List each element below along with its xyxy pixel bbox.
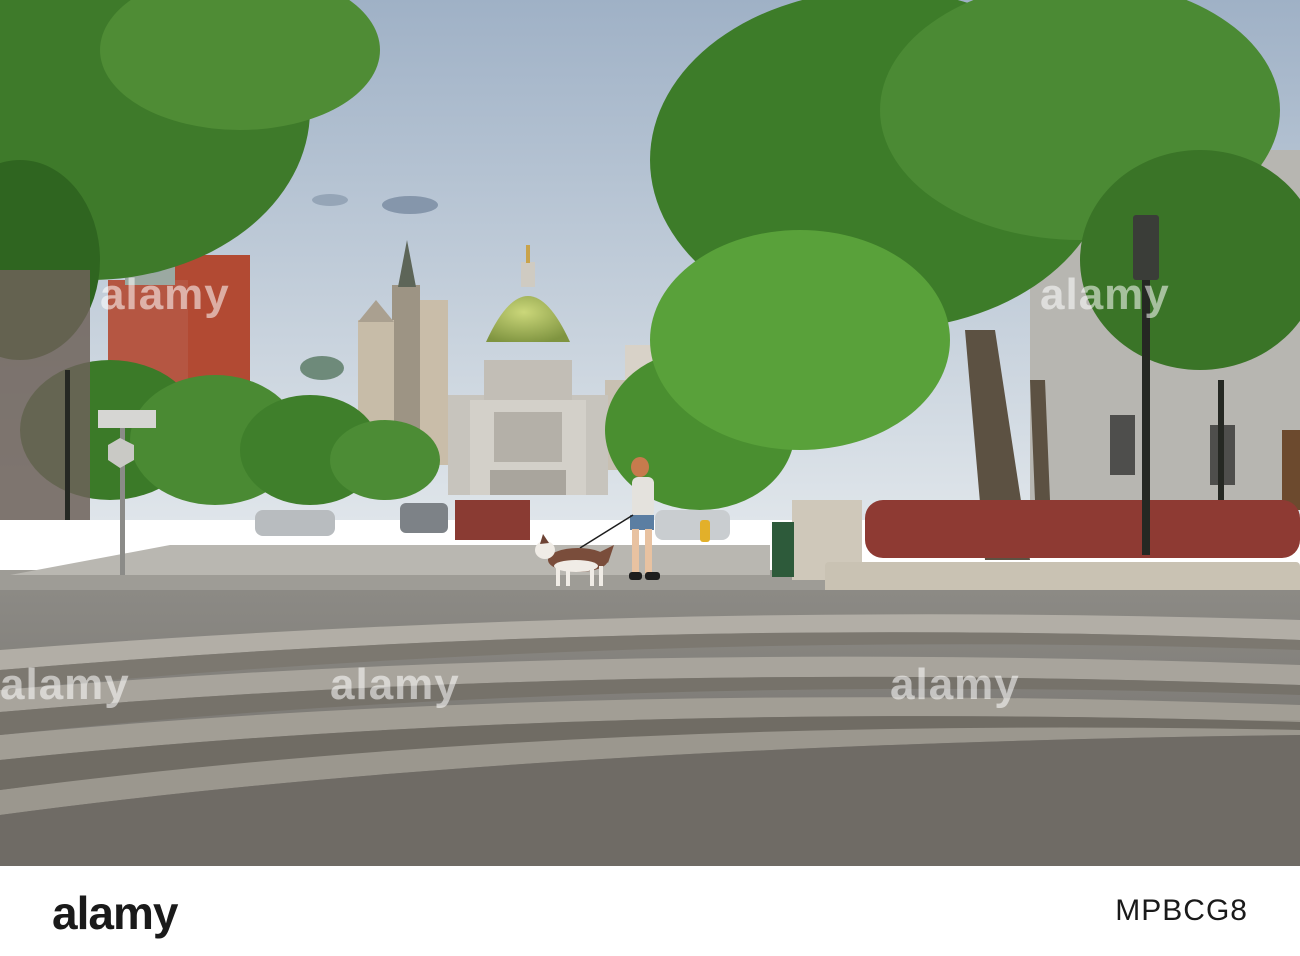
photo-scene	[0, 0, 1300, 866]
trash-bin	[772, 522, 794, 577]
parked-car	[255, 510, 335, 536]
church-facade-left	[0, 270, 90, 520]
watermark: alamy	[330, 660, 460, 709]
planter-wall	[825, 562, 1300, 594]
watermark: alamy	[0, 660, 130, 709]
small-dome	[300, 356, 344, 380]
lamp-post	[65, 370, 70, 520]
alamy-logo[interactable]: alamy	[52, 886, 178, 940]
watermark: alamy	[1040, 270, 1170, 319]
window	[1110, 415, 1135, 475]
watermark: alamy	[100, 270, 230, 319]
stock-footer: alamy MPBCG8	[0, 866, 1300, 956]
tree-canopy-right	[650, 230, 950, 450]
street-tree	[330, 420, 440, 500]
street-sign	[98, 410, 156, 428]
image-id: MPBCG8	[1115, 894, 1248, 927]
cloud	[382, 196, 438, 214]
median	[455, 500, 530, 540]
watermark: alamy	[890, 660, 1020, 709]
parked-car	[400, 503, 448, 533]
parked-car	[655, 510, 730, 540]
hedge	[865, 500, 1300, 558]
cloud	[312, 194, 348, 206]
fire-hydrant	[700, 520, 710, 542]
lamp-post	[1218, 380, 1224, 500]
photograph: alamy alamy alamy alamy alamy	[0, 0, 1300, 866]
door	[1282, 430, 1300, 510]
